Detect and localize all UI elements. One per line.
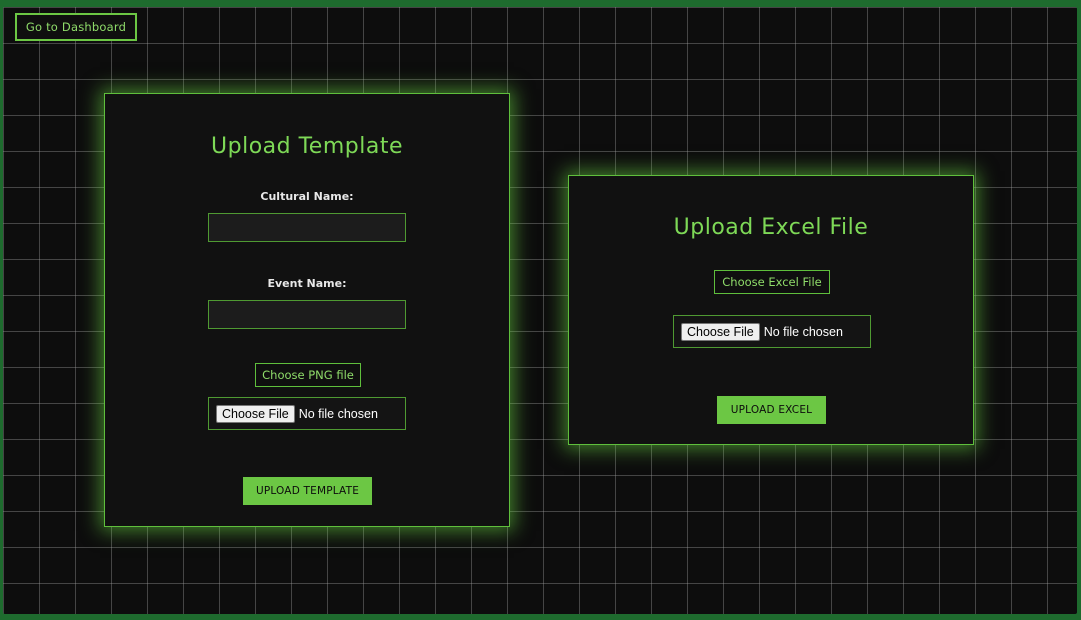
event-name-input[interactable] xyxy=(208,300,406,329)
upload-template-title: Upload Template xyxy=(211,134,403,159)
app-frame: Go to Dashboard Upload Template Cultural… xyxy=(3,7,1077,614)
choose-png-file-label[interactable]: Choose PNG file xyxy=(255,363,361,387)
png-file-status: No file chosen xyxy=(298,406,378,421)
excel-choose-file-button[interactable]: Choose File xyxy=(681,322,760,341)
upload-excel-card: Upload Excel File Choose Excel File Choo… xyxy=(568,175,974,445)
go-to-dashboard-button[interactable]: Go to Dashboard xyxy=(15,13,137,41)
png-choose-file-button[interactable]: Choose File xyxy=(216,404,295,423)
choose-excel-file-label[interactable]: Choose Excel File xyxy=(714,270,830,294)
upload-template-button[interactable]: UPLOAD TEMPLATE xyxy=(243,477,372,505)
png-file-input: Choose File No file chosen xyxy=(208,397,406,430)
excel-file-input: Choose File No file chosen xyxy=(673,315,871,348)
upload-excel-title: Upload Excel File xyxy=(673,215,869,240)
event-name-label: Event Name: xyxy=(267,277,347,290)
upload-excel-button[interactable]: UPLOAD EXCEL xyxy=(717,396,826,424)
cultural-name-label: Cultural Name: xyxy=(260,190,354,203)
cultural-name-input[interactable] xyxy=(208,213,406,242)
excel-file-status: No file chosen xyxy=(763,324,843,339)
upload-template-card: Upload Template Cultural Name: Event Nam… xyxy=(104,93,510,527)
